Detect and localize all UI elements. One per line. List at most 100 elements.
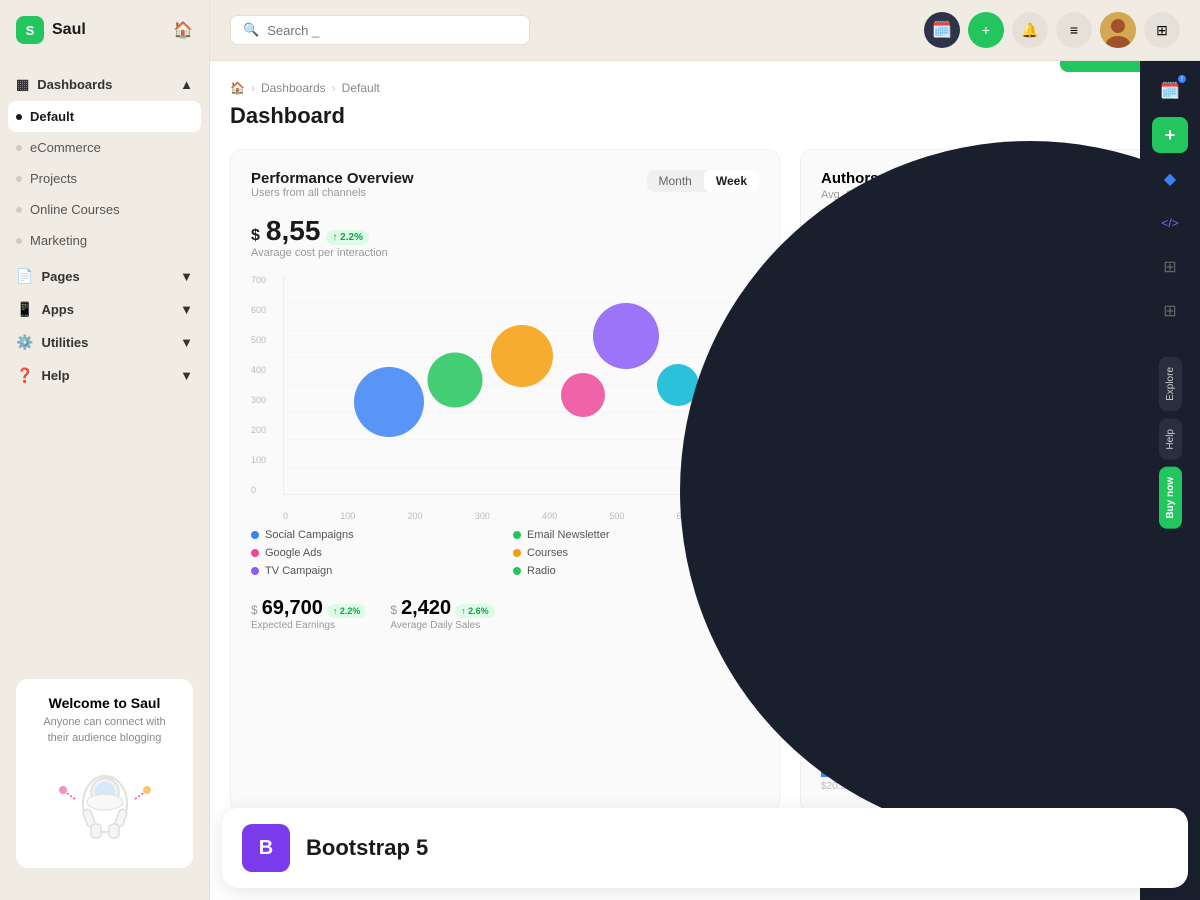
authors-card: Authors Achievements Avg. 69.34% Conv. R… — [800, 149, 1180, 813]
mobile-icon: 📱 — [1044, 226, 1066, 247]
nav-group-apps[interactable]: 📱 Apps ▼ — [0, 293, 209, 326]
bar-7 — [923, 717, 937, 777]
nav-group-help[interactable]: ❓ Help ▼ — [0, 359, 209, 392]
chart-jacob — [1009, 446, 1089, 474]
bootstrap-icon: B — [242, 824, 290, 872]
nav-dot — [16, 238, 22, 244]
sidebar-item-online-courses[interactable]: Online Courses — [0, 194, 209, 225]
week-button[interactable]: Week — [704, 170, 759, 192]
legend-google: Google Ads — [251, 547, 497, 559]
bootstrap-text: Bootstrap 5 — [306, 835, 428, 861]
bubble-chart-container: 7006005004003002001000 — [251, 275, 759, 521]
menu-button[interactable]: ≡ — [1056, 12, 1092, 48]
cat-tab-mobile[interactable]: 📱 Mobile — [1025, 217, 1085, 276]
sales-value-row: $ 14,094 — [821, 623, 1159, 654]
sidebar: S Saul 🏠 ▦ Dashboards ▲ Default eCommerc… — [0, 0, 210, 900]
legend-email: Email Newsletter — [513, 529, 759, 541]
month-button[interactable]: Month — [647, 170, 704, 192]
user-avatar[interactable] — [1100, 12, 1136, 48]
legend-dot-email — [513, 531, 521, 539]
right-grid-button-1[interactable]: ⊞ — [1152, 249, 1188, 285]
author-info-jacob: Jacob Jones Poland — [821, 440, 929, 479]
bar-5 — [889, 727, 903, 777]
nav-dot — [16, 207, 22, 213]
others-icon: 📦 — [1112, 230, 1134, 251]
social-icon: 👥 — [976, 226, 998, 247]
right-calendar-button[interactable]: 🗓️ ! — [1152, 73, 1188, 109]
buy-now-button[interactable]: Buy now — [1159, 467, 1182, 529]
sidebar-bottom: Welcome to Saul Anyone can connect with … — [0, 663, 209, 884]
avatar-cody — [821, 498, 853, 534]
sales-goal: Another $48,346 to Goal — [821, 658, 1159, 670]
cat-tab-social[interactable]: 👥 Social — [957, 217, 1017, 276]
breadcrumb-dashboards[interactable]: Dashboards — [261, 81, 326, 95]
astronaut-illustration — [55, 754, 155, 844]
legend-dot-google — [251, 549, 259, 557]
brand-icon: S — [16, 16, 44, 44]
notification-badge: ! — [1178, 75, 1186, 83]
cost-value: $ 8,55 ↑ 2.2% — [251, 215, 759, 247]
nav-group-pages[interactable]: 📄 Pages ▼ — [0, 260, 209, 293]
sidebar-item-default[interactable]: Default — [8, 101, 201, 132]
nav-group-dashboards[interactable]: ▦ Dashboards ▲ — [0, 68, 209, 101]
sales-value: 14,094 — [833, 623, 913, 654]
sales-subtitle: Users from all channels — [821, 599, 1159, 611]
avatar-jacob — [821, 442, 854, 478]
author-info-jane: Jane Cooper Monaco — [821, 384, 929, 423]
author-info-cody: Cody Fishers Mexico — [821, 496, 929, 535]
sidebar-item-ecommerce[interactable]: eCommerce — [0, 132, 209, 163]
sales-bar-chart — [821, 697, 1159, 777]
avatar-guy — [821, 330, 853, 366]
breadcrumb-default[interactable]: Default — [342, 81, 380, 95]
welcome-title: Welcome to Saul — [32, 695, 177, 711]
legend-dot-radio — [513, 567, 521, 575]
welcome-subtitle: Anyone can connect with their audience b… — [32, 715, 177, 746]
add-button[interactable]: + — [968, 12, 1004, 48]
right-diamond-button[interactable]: ◆ — [1152, 161, 1188, 197]
notification-button[interactable]: 🔔 — [1012, 12, 1048, 48]
explore-button[interactable]: Explore — [1159, 357, 1182, 411]
perf-subtitle: Users from all channels — [251, 187, 414, 199]
cost-badge: ↑ 2.2% — [326, 230, 369, 245]
breadcrumb-home-icon[interactable]: 🏠 — [230, 81, 245, 95]
chart-jane — [1009, 390, 1089, 418]
table-row: Jacob Jones Poland 92.56% — [821, 432, 1159, 488]
welcome-card: Welcome to Saul Anyone can connect with … — [16, 679, 193, 868]
breadcrumb: 🏠 › Dashboards › Default — [230, 81, 380, 95]
cards-row: Performance Overview Users from all chan… — [230, 149, 1180, 813]
grid-button[interactable]: ⊞ — [1144, 12, 1180, 48]
calendar-button[interactable]: 🗓️ — [924, 12, 960, 48]
cat-tab-crypto[interactable]: ₿ Crypto — [889, 217, 949, 276]
authors-subtitle: Avg. 69.34% Conv. Rate — [821, 189, 1159, 201]
help-button[interactable]: Help — [1159, 419, 1182, 460]
bubble-social — [354, 367, 424, 437]
authors-title: Authors Achievements — [821, 170, 1159, 187]
authors-table-header: Author Conv. Chart View — [821, 292, 1159, 312]
right-panel: 🗓️ ! + ◆ </> ⊞ ⊞ Explore Help Buy now — [1140, 61, 1200, 900]
bar-3 — [855, 742, 869, 777]
content-inner: 🏠 › Dashboards › Default Dashboard Creat… — [210, 61, 1200, 900]
chevron-down-icon: ▼ — [180, 368, 193, 383]
brand: S Saul 🏠 — [0, 16, 209, 64]
table-row: Jane Cooper Monaco 63.83% — [821, 376, 1159, 432]
right-code-button[interactable]: </> — [1152, 205, 1188, 241]
chevron-up-icon: ▲ — [180, 77, 193, 92]
legend-radio: Radio — [513, 565, 759, 577]
right-grid-button-2[interactable]: ⊞ — [1152, 293, 1188, 329]
legend-social: Social Campaigns — [251, 529, 497, 541]
cat-tab-saas[interactable]: 🖥️ SaaS — [821, 217, 881, 276]
sidebar-item-marketing[interactable]: Marketing — [0, 225, 209, 256]
right-add-button[interactable]: + — [1152, 117, 1188, 153]
stat-daily-sales: $ 2,420 ↑ 2.6% Average Daily Sales — [390, 597, 494, 631]
search-input[interactable] — [267, 23, 517, 38]
chart-legend: Social Campaigns Email Newsletter Google… — [251, 529, 759, 577]
topbar: 🔍 🗓️ + 🔔 ≡ ⊞ — [210, 0, 1200, 61]
nav-group-utilities[interactable]: ⚙️ Utilities ▼ — [0, 326, 209, 359]
brand-home-icon[interactable]: 🏠 — [173, 20, 193, 40]
content-wrapper: 🏠 › Dashboards › Default Dashboard Creat… — [210, 61, 1200, 900]
table-row: Guy Hawkins Haiti 78.34% — [821, 320, 1159, 376]
legend-courses: Courses — [513, 547, 759, 559]
search-box[interactable]: 🔍 — [230, 15, 530, 45]
perf-header: Performance Overview Users from all chan… — [251, 170, 759, 211]
sidebar-item-projects[interactable]: Projects — [0, 163, 209, 194]
